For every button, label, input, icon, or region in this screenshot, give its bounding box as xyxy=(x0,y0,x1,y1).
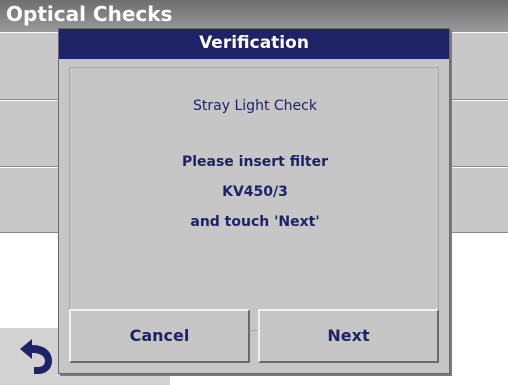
back-button[interactable] xyxy=(12,335,58,377)
next-button[interactable]: Next xyxy=(258,309,439,363)
window-title: Optical Checks xyxy=(6,2,173,26)
cancel-button[interactable]: Cancel xyxy=(69,309,250,363)
verification-dialog: Verification Stray Light Check Please in… xyxy=(58,28,450,374)
dialog-subtitle: Stray Light Check xyxy=(193,98,317,114)
back-arrow-icon xyxy=(20,339,52,374)
instruction-line-3: and touch 'Next' xyxy=(190,214,320,230)
dialog-message-panel: Stray Light Check Please insert filter K… xyxy=(69,67,439,331)
instruction-line-1: Please insert filter xyxy=(181,154,329,170)
filter-name: KV450/3 xyxy=(222,184,288,200)
dialog-title: Verification xyxy=(59,29,449,59)
